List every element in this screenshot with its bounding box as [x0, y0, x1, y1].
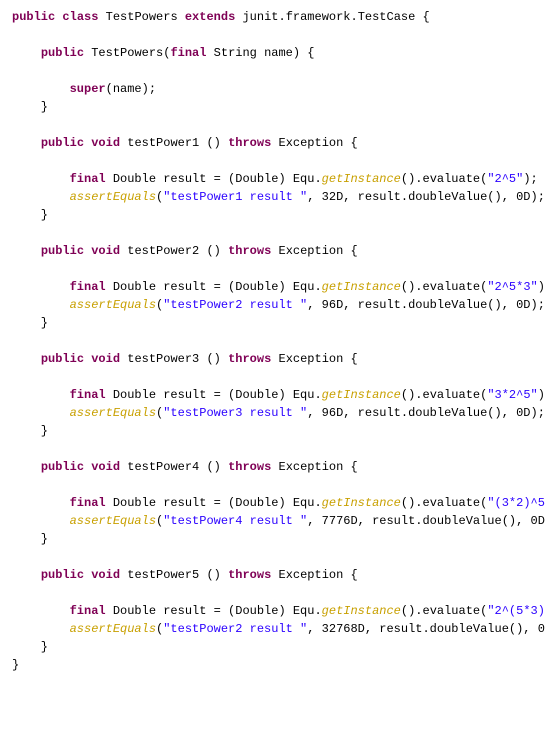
kw-extends: extends	[185, 10, 235, 24]
code-block: public class TestPowers extends junit.fr…	[0, 0, 545, 736]
kw-public: public	[12, 10, 55, 24]
kw-class: class	[62, 10, 98, 24]
